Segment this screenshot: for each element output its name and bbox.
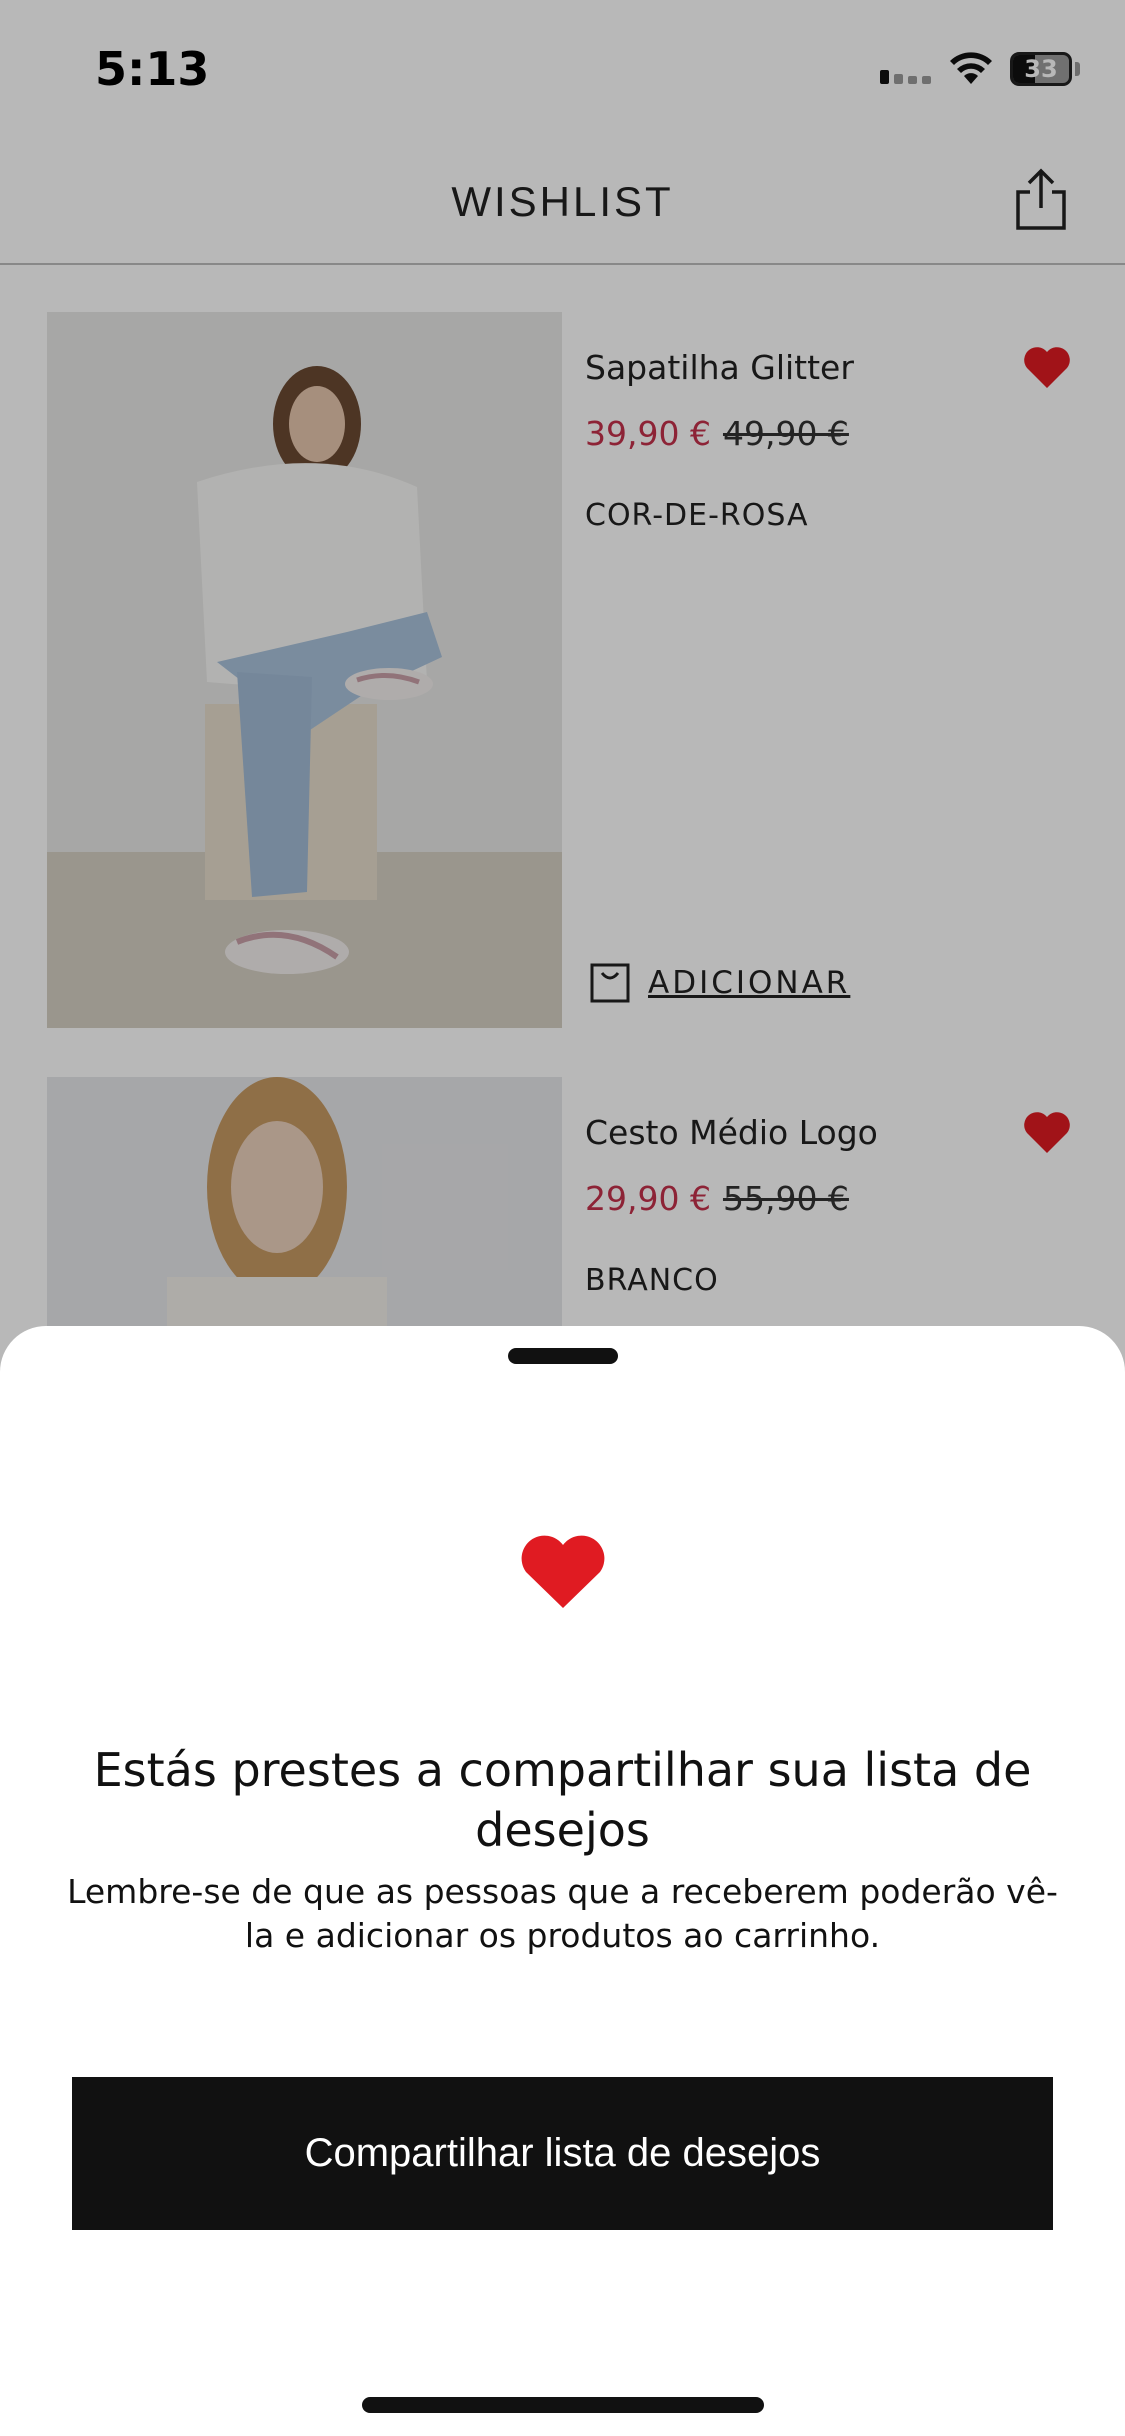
share-bottom-sheet: Estás prestes a compartilhar sua lista d… <box>0 1326 1125 2436</box>
sheet-grabber[interactable] <box>508 1348 618 1364</box>
home-indicator <box>362 2397 764 2413</box>
share-wishlist-button[interactable]: Compartilhar lista de desejos <box>72 2077 1053 2230</box>
sheet-title: Estás prestes a compartilhar sua lista d… <box>93 1743 1032 1857</box>
heart-icon <box>521 1535 605 1608</box>
sheet-description: Lembre-se de que as pessoas que a recebe… <box>67 1872 1058 1955</box>
